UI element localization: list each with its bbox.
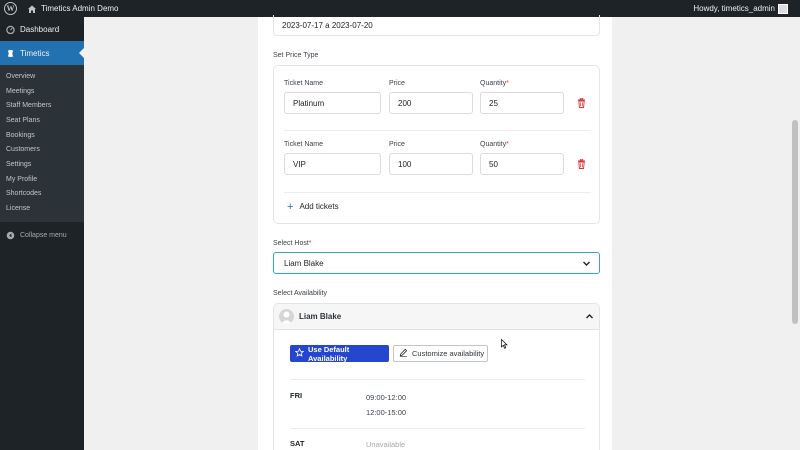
ticket-price-input[interactable]: 200 [389,92,473,114]
avatar-icon [279,309,294,324]
timetics-icon [6,49,15,58]
use-default-availability-button[interactable]: Use Default Availability [290,344,389,363]
wordpress-logo-icon[interactable]: W [4,2,17,15]
user-avatar [778,3,788,14]
submenu-staff-members[interactable]: Staff Members [0,98,84,113]
select-availability-label: Select Availability [273,290,327,297]
site-name-link[interactable]: Timetics Admin Demo [41,4,119,13]
submenu-seat-plans[interactable]: Seat Plans [0,113,84,128]
collapse-menu-label: Collapse menu [20,232,67,240]
date-range-field[interactable]: 2023-07-17 a 2023-07-20 [273,15,600,36]
ticket-quantity-input[interactable]: 25 [480,92,564,114]
day-label-sat: SAT [290,439,305,448]
collapse-menu-button[interactable]: Collapse menu [0,224,84,248]
host-select-value: Liam Blake [284,258,324,268]
unavailable-text: Unavailable [366,440,406,449]
price-header: Price [389,141,405,148]
howdy-text: Howdy, timetics_admin [693,4,775,13]
submenu-license[interactable]: License [0,201,84,216]
menu-timetics-label: Timetics [20,48,50,58]
account-menu[interactable]: Howdy, timetics_admin [693,0,788,17]
day-label-fri: FRI [290,391,303,400]
submenu-meetings[interactable]: Meetings [0,84,84,99]
trash-icon[interactable] [577,158,586,169]
chevron-up-icon[interactable] [585,312,594,321]
submenu-bookings[interactable]: Bookings [0,128,84,143]
home-icon[interactable] [27,4,37,14]
ticket-name-input[interactable]: VIP [284,153,381,175]
timetics-submenu: Overview Meetings Staff Members Seat Pla… [0,65,84,222]
ticket-name-header: Ticket Name [284,80,324,87]
time-slot: 09:00-12:00 [366,393,407,402]
use-default-availability-label: Use Default Availability [308,344,350,363]
host-select[interactable]: Liam Blake [273,252,600,274]
tickets-card: Ticket Name Price Quantity* Platinum 200… [273,65,600,224]
ticket-name-header: Ticket Name [284,141,324,148]
price-type-label: Set Price Type [273,52,319,59]
chevron-down-icon [582,259,591,268]
pencil-icon [399,348,408,359]
submenu-shortcodes[interactable]: Shortcodes [0,187,84,202]
menu-dashboard-label: Dashboard [20,24,60,34]
submenu-overview[interactable]: Overview [0,69,84,84]
ticket-divider [284,192,591,193]
select-host-label: Select Host* [273,240,312,247]
availability-card: Liam Blake Use Default Availability Cust… [273,303,600,450]
page-scrollbar[interactable] [790,17,800,450]
availability-host-name: Liam Blake [299,312,342,321]
scrollbar-thumb[interactable] [792,120,798,324]
ticket-divider [284,130,591,131]
plus-icon: + [287,200,294,213]
ticket-quantity-input[interactable]: 50 [480,153,564,175]
quantity-header: Quantity* [480,141,509,148]
submenu-customers[interactable]: Customers [0,142,84,157]
dashboard-icon [6,25,15,34]
quantity-header: Quantity* [480,80,509,87]
customize-availability-label: Customize availability [412,349,485,358]
event-form-page: 2023-07-17 a 2023-07-20 Set Price Type T… [258,15,612,450]
price-header: Price [389,80,405,87]
submenu-settings[interactable]: Settings [0,157,84,172]
customize-availability-button[interactable]: Customize availability [393,345,488,362]
menu-dashboard[interactable]: Dashboard [0,17,84,41]
collapse-icon [6,231,15,240]
mouse-cursor-icon [501,338,508,349]
availability-divider [290,428,585,429]
add-tickets-button[interactable]: + Add tickets [287,200,339,213]
ticket-price-input[interactable]: 100 [389,153,473,175]
add-tickets-label: Add tickets [299,202,339,211]
availability-host-header[interactable]: Liam Blake [274,304,599,330]
admin-sidebar: Dashboard Timetics Overview Meetings Sta… [0,17,84,450]
time-slot: 12:00-15:00 [366,408,407,417]
trash-icon[interactable] [577,97,586,108]
menu-timetics[interactable]: Timetics [0,41,84,65]
availability-divider [290,379,585,380]
submenu-my-profile[interactable]: My Profile [0,172,84,187]
ticket-name-input[interactable]: Platinum [284,92,381,114]
star-icon [294,347,305,359]
